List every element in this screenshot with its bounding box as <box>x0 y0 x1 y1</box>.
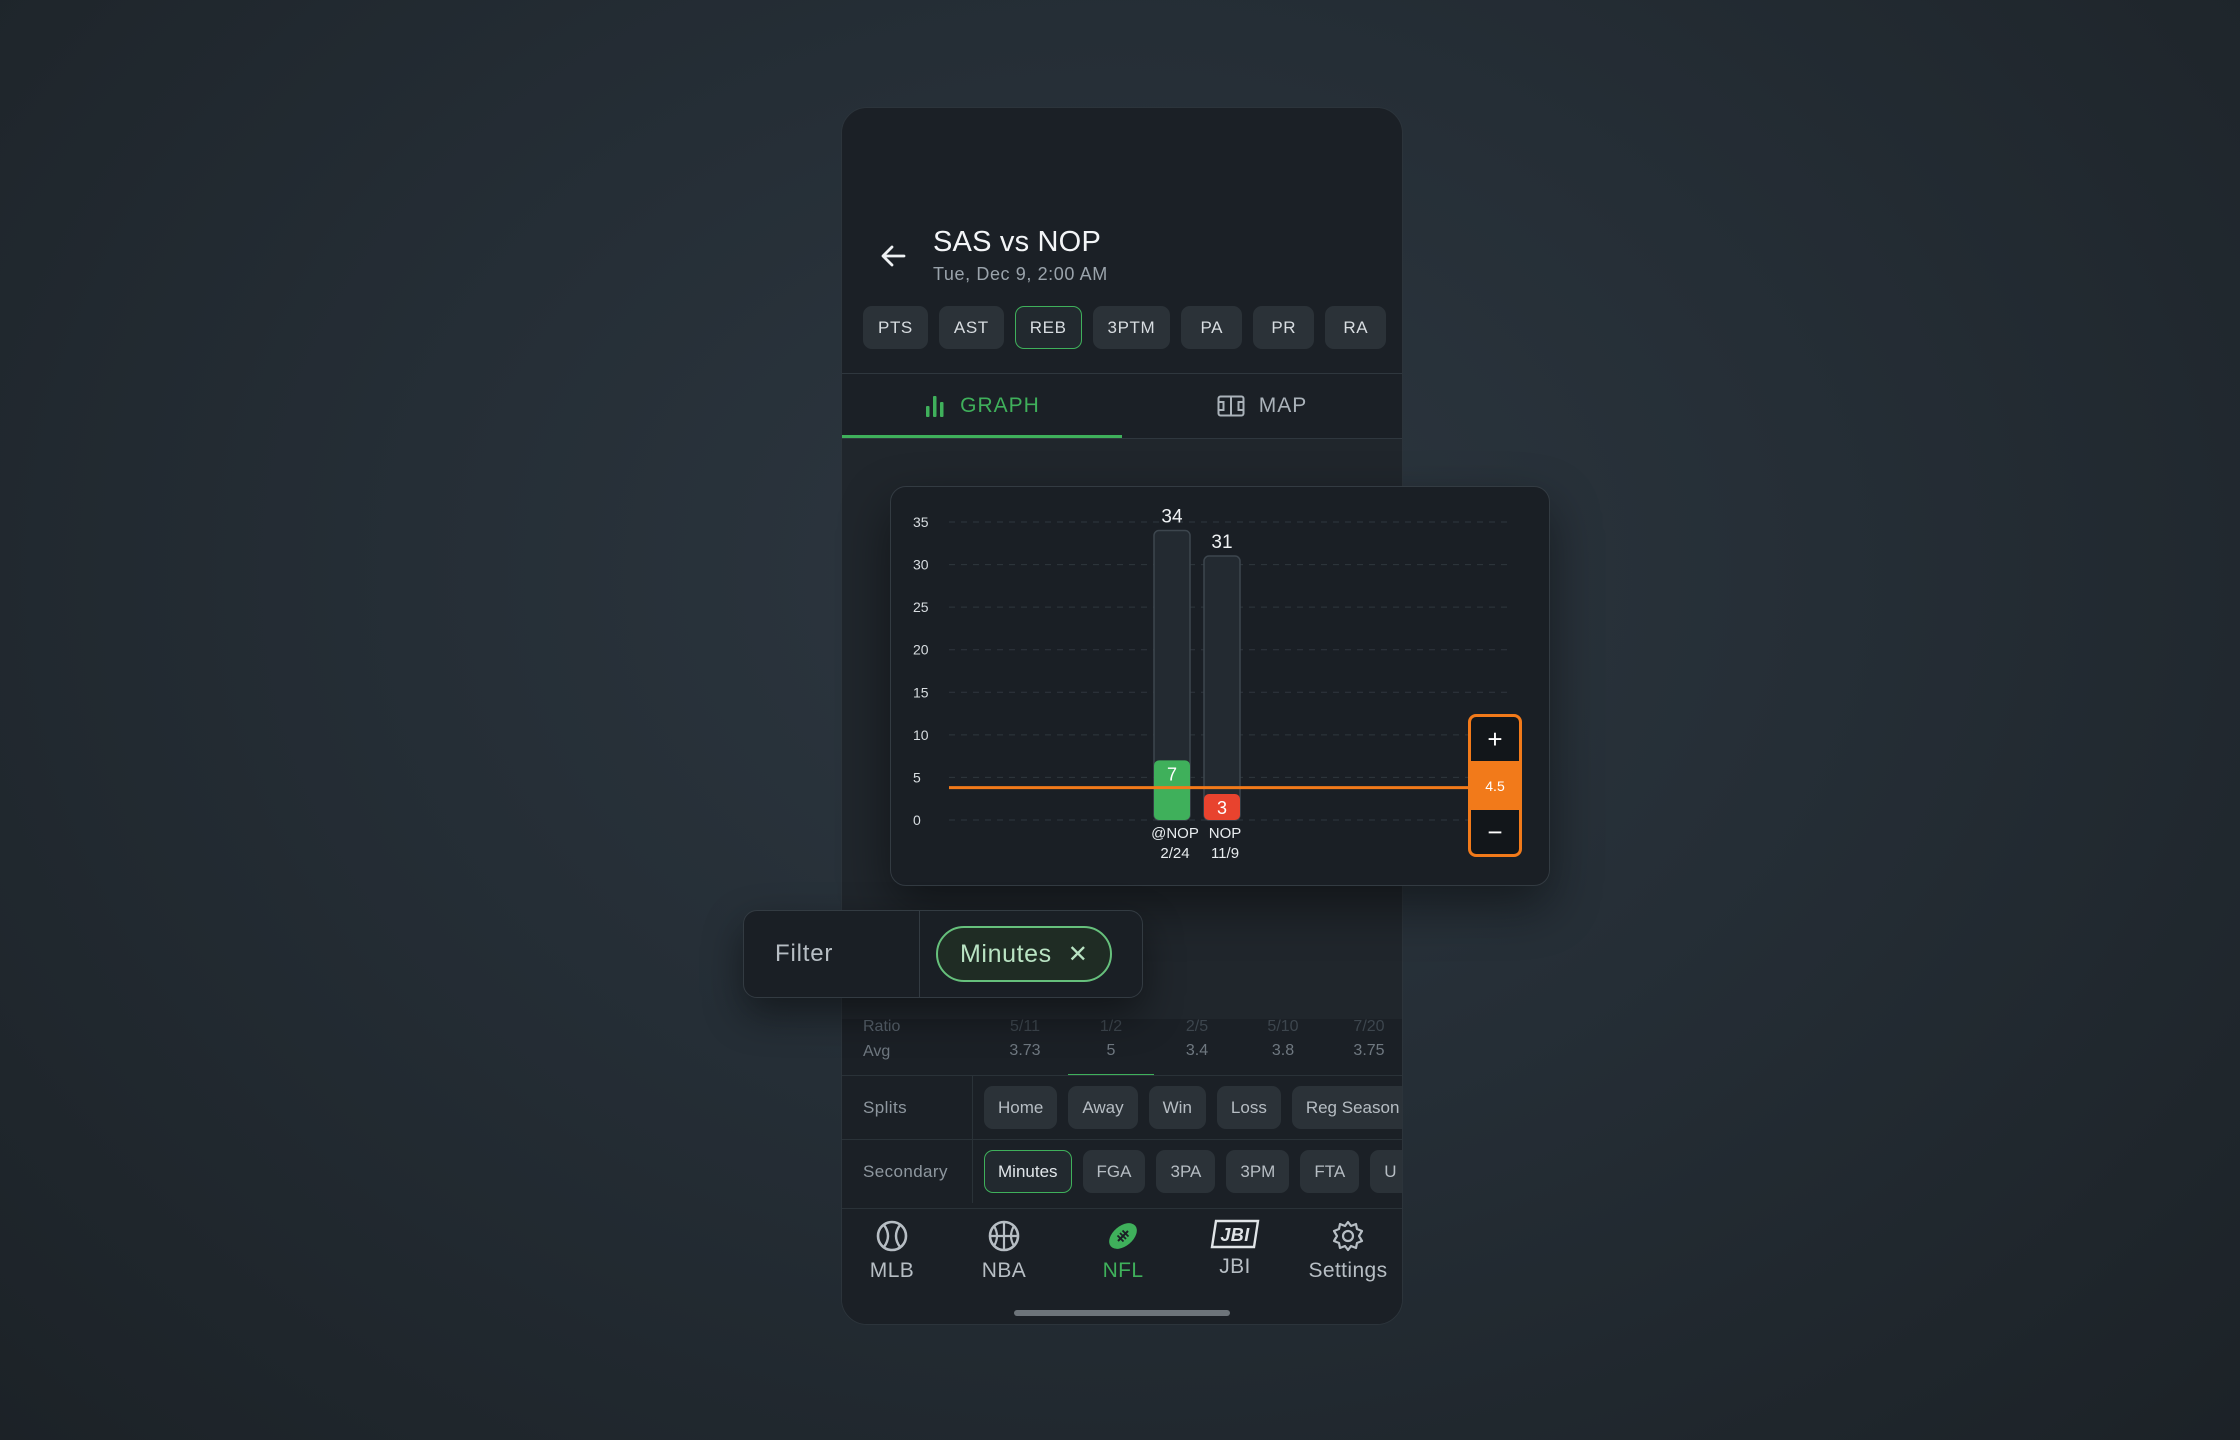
stat-chip-ra[interactable]: RA <box>1325 306 1387 349</box>
y-tick-label: 20 <box>913 642 929 658</box>
ratio-avg-row: Ratio Avg 5/11 3.73 1/2 5 2/5 3.4 5/10 3… <box>842 1018 1402 1076</box>
rebounds-bar-chart: 0 5 10 15 20 25 30 35 34 7 @NOP 2/24 31 3 NOP 11/9 <box>913 507 1511 862</box>
split-win[interactable]: Win <box>1148 1086 1206 1129</box>
y-tick-label: 25 <box>913 599 929 615</box>
tab-graph[interactable]: GRAPH <box>842 374 1122 438</box>
line-stepper: + 4.5 − <box>1468 714 1522 857</box>
view-tabs: GRAPH MAP <box>842 374 1402 438</box>
value-bar-label: 3 <box>1217 798 1227 818</box>
split-away[interactable]: Away <box>1068 1086 1138 1129</box>
y-tick-label: 0 <box>913 812 921 828</box>
ratio-column[interactable]: 2/5 3.4 <box>1154 1018 1240 1060</box>
filter-pill-minutes[interactable]: Minutes ✕ <box>936 926 1113 982</box>
tab-map[interactable]: MAP <box>1122 374 1402 438</box>
secondary-3pm[interactable]: 3PM <box>1226 1150 1290 1193</box>
ratio-column-selected[interactable]: 1/2 5 <box>1068 1018 1154 1076</box>
stat-chip-reb[interactable]: REB <box>1014 306 1082 349</box>
nav-nba-label: NBA <box>981 1259 1027 1282</box>
svg-text:JBI: JBI <box>1220 1225 1250 1245</box>
splits-items: Home Away Win Loss Reg Season <box>973 1086 1402 1129</box>
category-label: NOP <box>1209 825 1242 842</box>
nav-settings-label: Settings <box>1308 1259 1388 1282</box>
line-increase-button[interactable]: + <box>1471 717 1519 761</box>
gear-icon <box>1332 1220 1364 1252</box>
y-tick-label: 5 <box>913 769 921 785</box>
secondary-minutes[interactable]: Minutes <box>984 1150 1072 1193</box>
ratio-column[interactable]: 7/20 3.75 <box>1326 1018 1402 1060</box>
stat-chip-pa[interactable]: PA <box>1181 306 1243 349</box>
ratio-column[interactable]: 5/11 3.73 <box>982 1018 1068 1060</box>
tab-graph-label: GRAPH <box>960 394 1040 417</box>
filter-pill-label: Minutes <box>960 939 1052 968</box>
filter-card: Filter Minutes ✕ <box>743 910 1143 998</box>
game-datetime: Tue, Dec 9, 2:00 AM <box>933 264 1108 284</box>
avg-label: Avg <box>863 1043 891 1060</box>
line-decrease-button[interactable]: − <box>1471 810 1519 854</box>
split-reg-season[interactable]: Reg Season <box>1291 1086 1402 1129</box>
category-label: 2/24 <box>1160 845 1189 862</box>
total-bar-label: 34 <box>1161 507 1183 528</box>
bottom-nav: MLB NBA NFL JBI JBI Settings <box>842 1208 1402 1324</box>
value-bar-label: 7 <box>1167 764 1177 784</box>
split-home[interactable]: Home <box>984 1086 1058 1129</box>
stat-chip-pts[interactable]: PTS <box>863 306 928 349</box>
bar-chart-icon <box>926 396 944 417</box>
nav-nfl[interactable]: NFL <box>1073 1219 1173 1283</box>
ratio-column[interactable]: 5/10 3.8 <box>1240 1018 1326 1060</box>
nav-jbi[interactable]: JBI JBI <box>1185 1219 1285 1279</box>
y-tick-label: 35 <box>913 514 929 530</box>
baseball-icon <box>876 1220 908 1252</box>
splits-row: Splits Home Away Win Loss Reg Season <box>842 1075 1402 1139</box>
football-icon <box>1109 1223 1137 1249</box>
basketball-icon <box>988 1220 1020 1252</box>
secondary-fga[interactable]: FGA <box>1082 1150 1146 1193</box>
tab-map-label: MAP <box>1258 394 1308 417</box>
court-icon <box>1217 395 1245 417</box>
stat-chip-3ptm[interactable]: 3PTM <box>1092 306 1171 349</box>
secondary-u[interactable]: U <box>1370 1150 1402 1193</box>
category-label: 11/9 <box>1211 845 1239 862</box>
secondary-row: Secondary Minutes FGA 3PA 3PM FTA U <box>842 1139 1402 1203</box>
nav-nfl-label: NFL <box>1102 1259 1144 1282</box>
y-tick-label: 30 <box>913 557 929 573</box>
y-tick-label: 15 <box>913 684 929 700</box>
secondary-3pa[interactable]: 3PA <box>1156 1150 1216 1193</box>
secondary-label: Secondary <box>842 1140 973 1203</box>
stat-chip-row: PTS AST REB 3PTM PA PR RA <box>863 306 1387 349</box>
page-title: SAS vs NOP <box>933 226 1101 258</box>
total-bar-label: 31 <box>1211 532 1232 553</box>
nav-settings[interactable]: Settings <box>1298 1219 1398 1283</box>
ratio-label: Ratio <box>863 1018 901 1035</box>
jbi-logo-icon: JBI <box>1210 1219 1260 1249</box>
y-tick-label: 10 <box>913 727 929 743</box>
nav-mlb[interactable]: MLB <box>842 1219 942 1283</box>
nav-mlb-label: MLB <box>869 1259 915 1282</box>
back-arrow-icon[interactable] <box>876 238 912 274</box>
home-indicator <box>1014 1310 1230 1316</box>
nav-nba[interactable]: NBA <box>954 1219 1054 1283</box>
filter-label: Filter <box>744 911 920 997</box>
stat-chip-pr[interactable]: PR <box>1253 306 1315 349</box>
nav-jbi-label: JBI <box>1219 1255 1251 1278</box>
splits-label: Splits <box>842 1076 973 1139</box>
secondary-fta[interactable]: FTA <box>1300 1150 1360 1193</box>
close-icon[interactable]: ✕ <box>1068 940 1089 969</box>
secondary-items: Minutes FGA 3PA 3PM FTA U <box>973 1150 1402 1193</box>
total-bar <box>1203 555 1241 821</box>
chart-card: 0 5 10 15 20 25 30 35 34 7 @NOP 2/24 31 3 NOP 11/9 + 4.… <box>890 486 1550 886</box>
split-loss[interactable]: Loss <box>1216 1086 1281 1129</box>
category-label: @NOP <box>1151 825 1199 842</box>
line-value: 4.5 <box>1471 761 1519 810</box>
stat-chip-ast[interactable]: AST <box>938 306 1004 349</box>
